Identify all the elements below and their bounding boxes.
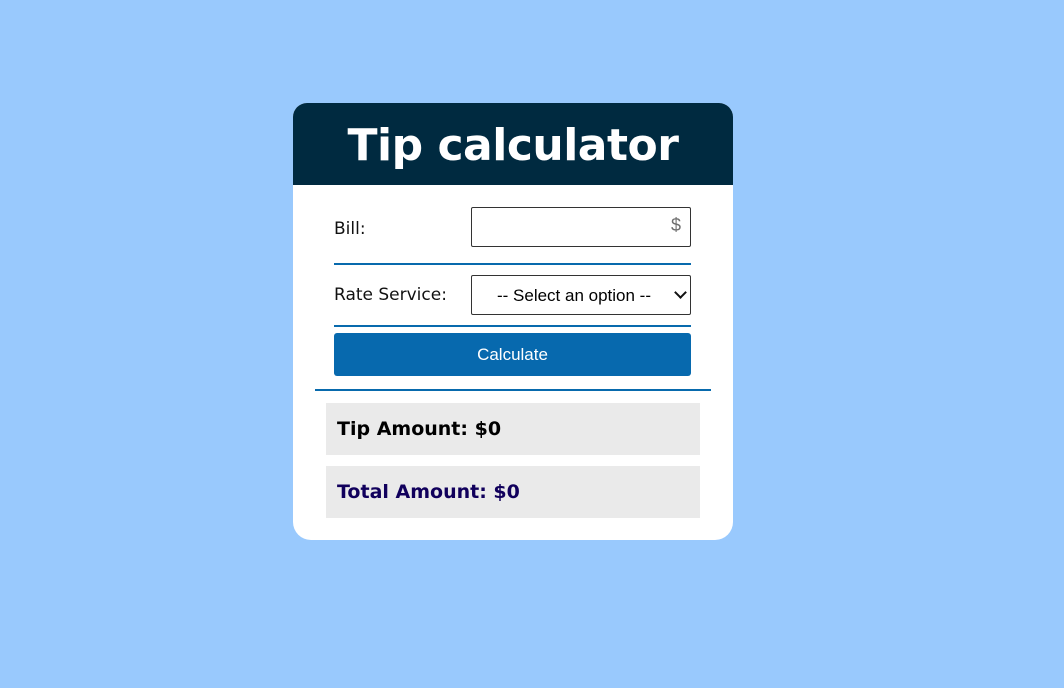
calculator-form: Bill: $ Rate Service: -- Select an optio…	[334, 207, 691, 376]
dollar-sign: $	[670, 215, 681, 235]
rate-service-select[interactable]: -- Select an option --	[471, 275, 691, 315]
results-divider	[315, 389, 711, 391]
card-header: Tip calculator	[293, 103, 733, 185]
rate-service-row: Rate Service: -- Select an option --	[334, 275, 691, 327]
total-amount-text: Total Amount: $0	[337, 481, 520, 503]
bill-label: Bill:	[334, 219, 366, 239]
tip-amount-text: Tip Amount: $0	[337, 418, 502, 440]
tip-calculator-card: Tip calculator Bill: $ Rate Service: -- …	[293, 103, 733, 540]
total-amount-box: Total Amount: $0	[326, 466, 700, 518]
bill-row: Bill: $	[334, 207, 691, 265]
rate-service-label: Rate Service:	[334, 285, 447, 305]
calculate-button[interactable]: Calculate	[334, 333, 691, 376]
bill-input[interactable]	[471, 207, 691, 247]
bill-input-wrapper: $	[471, 207, 691, 247]
rate-service-select-wrapper: -- Select an option --	[471, 275, 691, 315]
tip-amount-box: Tip Amount: $0	[326, 403, 700, 455]
page-title: Tip calculator	[347, 120, 679, 171]
